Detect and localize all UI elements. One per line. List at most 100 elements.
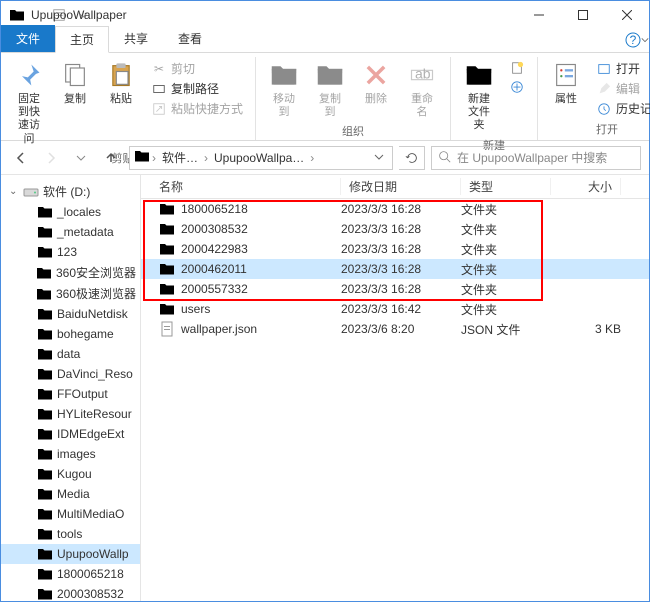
open-button[interactable]: 打开	[592, 59, 650, 78]
rename-button[interactable]: ab重命名	[402, 57, 442, 121]
nav-tree[interactable]: ⌄ 软件 (D:) _locales _metadata123360安全浏览器36…	[1, 175, 141, 601]
paste-button[interactable]: 粘贴	[101, 57, 141, 108]
easy-access-icon	[509, 79, 525, 95]
file-row[interactable]: 20005573322023/3/3 16:28文件夹	[141, 279, 649, 299]
col-type[interactable]: 类型	[461, 178, 551, 195]
file-row[interactable]: 20004620112023/3/3 16:28文件夹	[141, 259, 649, 279]
tab-file[interactable]: 文件	[1, 25, 55, 52]
search-input[interactable]: 在 UpupooWallpaper 中搜索	[431, 146, 641, 170]
edit-button[interactable]: 编辑	[592, 79, 650, 98]
paste-shortcut-button[interactable]: 粘贴快捷方式	[147, 99, 247, 118]
tree-item[interactable]: MultiMediaO	[1, 504, 140, 524]
tree-item[interactable]: HYLiteResour	[1, 404, 140, 424]
tree-item[interactable]: data	[1, 344, 140, 364]
address-dropdown-icon[interactable]	[370, 151, 388, 165]
tree-item[interactable]: 123	[1, 242, 140, 262]
ribbon: 固定到快 速访问 复制 粘贴 ✂剪切 复制路径 粘贴快捷方式 剪贴板 移动到 复…	[1, 53, 649, 141]
file-type: 文件夹	[461, 201, 551, 218]
tree-item[interactable]: FFOutput	[1, 384, 140, 404]
easy-access-button[interactable]	[505, 78, 529, 96]
copy-path-button[interactable]: 复制路径	[147, 79, 247, 98]
refresh-button[interactable]	[399, 146, 425, 170]
folder-icon	[37, 506, 53, 522]
col-date[interactable]: 修改日期	[341, 178, 461, 195]
address-bar[interactable]: › 软件… › UpupooWallpa… ›	[129, 146, 393, 170]
history-button[interactable]: 历史记录	[592, 99, 650, 118]
tree-item[interactable]: 360极速浏览器	[1, 283, 140, 304]
tree-item[interactable]: _metadata	[1, 222, 140, 242]
tree-item[interactable]: Kugou	[1, 464, 140, 484]
folder-icon	[36, 265, 52, 281]
folder-icon	[159, 301, 175, 317]
copy-button[interactable]: 复制	[55, 57, 95, 108]
folder-icon	[37, 586, 53, 601]
new-item-button[interactable]	[505, 59, 529, 77]
folder-icon	[159, 281, 175, 297]
tree-item[interactable]: bohegame	[1, 324, 140, 344]
file-row[interactable]: 20003085322023/3/3 16:28文件夹	[141, 219, 649, 239]
file-date: 2023/3/3 16:42	[341, 302, 461, 316]
folder-icon	[37, 486, 53, 502]
properties-icon	[550, 59, 582, 91]
tree-item-label: images	[57, 447, 96, 461]
tab-home[interactable]: 主页	[55, 26, 109, 53]
qat-properties-icon[interactable]	[50, 6, 68, 24]
file-row[interactable]: users2023/3/3 16:42文件夹	[141, 299, 649, 319]
breadcrumb-2[interactable]: UpupooWallpa…	[210, 151, 308, 165]
tree-item[interactable]: DaVinci_Reso	[1, 364, 140, 384]
col-name[interactable]: 名称	[141, 178, 341, 195]
tab-view[interactable]: 查看	[163, 25, 217, 52]
folder-icon	[159, 221, 175, 237]
nav-recent-button[interactable]	[69, 146, 93, 170]
file-type: 文件夹	[461, 261, 551, 278]
rename-icon: ab	[406, 59, 438, 91]
moveto-button[interactable]: 移动到	[264, 57, 304, 121]
new-folder-button[interactable]: 新建 文件夹	[459, 57, 499, 135]
svg-text:ab: ab	[415, 66, 431, 82]
cut-button[interactable]: ✂剪切	[147, 59, 247, 78]
file-row[interactable]: 20004229832023/3/3 16:28文件夹	[141, 239, 649, 259]
folder-icon	[37, 346, 53, 362]
breadcrumb-1[interactable]: 软件…	[158, 149, 202, 166]
help-button[interactable]: ?	[625, 28, 649, 52]
minimize-button[interactable]	[517, 1, 561, 29]
pin-button[interactable]: 固定到快 速访问	[9, 57, 49, 148]
nav-up-button[interactable]	[99, 146, 123, 170]
tab-share[interactable]: 共享	[109, 25, 163, 52]
properties-button[interactable]: 属性	[546, 57, 586, 108]
file-date: 2023/3/3 16:28	[341, 282, 461, 296]
tree-item-label: MultiMediaO	[57, 507, 124, 521]
maximize-button[interactable]	[561, 1, 605, 29]
tree-item[interactable]: tools	[1, 524, 140, 544]
quick-access-toolbar	[50, 6, 92, 24]
collapse-icon[interactable]: ⌄	[9, 186, 19, 197]
folder-icon	[37, 306, 53, 322]
tree-item[interactable]: 360安全浏览器	[1, 262, 140, 283]
copyto-button[interactable]: 复制到	[310, 57, 350, 121]
tree-item[interactable]: IDMEdgeExt	[1, 424, 140, 444]
delete-button[interactable]: 删除	[356, 57, 396, 108]
tree-item[interactable]: _locales	[1, 202, 140, 222]
tree-item-label: tools	[57, 527, 82, 541]
tree-item[interactable]: UpupooWallp	[1, 544, 140, 564]
file-row[interactable]: wallpaper.json2023/3/6 8:20JSON 文件3 KB	[141, 319, 649, 339]
file-icon	[159, 321, 175, 337]
col-size[interactable]: 大小	[551, 178, 621, 195]
tree-item-label: bohegame	[57, 327, 114, 341]
copy-icon	[59, 59, 91, 91]
shortcut-icon	[151, 101, 167, 117]
tree-item[interactable]: images	[1, 444, 140, 464]
tree-item[interactable]: Media	[1, 484, 140, 504]
nav-back-button[interactable]	[9, 146, 33, 170]
tree-root[interactable]: ⌄ 软件 (D:)	[1, 181, 140, 202]
tree-item[interactable]: BaiduNetdisk	[1, 304, 140, 324]
nav-forward-button[interactable]	[39, 146, 63, 170]
file-row[interactable]: 18000652182023/3/3 16:28文件夹	[141, 199, 649, 219]
close-button[interactable]	[605, 1, 649, 29]
folder-icon	[37, 406, 53, 422]
history-icon	[596, 101, 612, 117]
qat-dropdown-icon[interactable]	[74, 6, 92, 24]
tree-item-label: _locales	[57, 205, 101, 219]
tree-item[interactable]: 2000308532	[1, 584, 140, 601]
tree-item[interactable]: 1800065218	[1, 564, 140, 584]
